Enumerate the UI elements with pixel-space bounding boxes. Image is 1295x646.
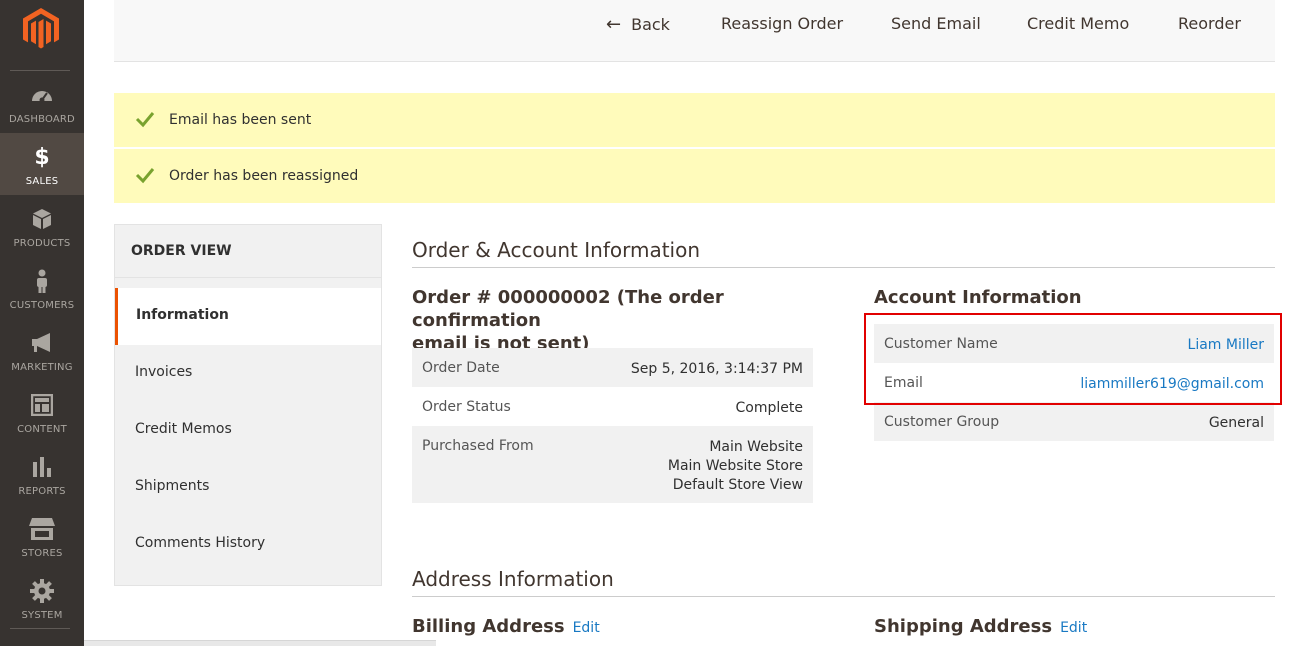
horizontal-scrollbar[interactable] — [84, 640, 436, 646]
order-date-value: Sep 5, 2016, 3:14:37 PM — [630, 361, 803, 377]
dashboard-icon — [0, 83, 84, 107]
sidebar-item-products[interactable]: PRODUCTS — [0, 195, 84, 257]
row-label: Order Status — [422, 399, 511, 415]
message-text: Order has been reassigned — [169, 168, 359, 184]
admin-sidebar: DASHBOARD $ SALES PRODUCTS CUSTOMERS MAR… — [0, 0, 84, 646]
sidebar-item-marketing[interactable]: MARKETING — [0, 319, 84, 381]
sidebar-item-customers[interactable]: CUSTOMERS — [0, 257, 84, 319]
sidebar-item-label: CONTENT — [17, 424, 67, 435]
tab-label: Shipments — [135, 478, 210, 494]
box-icon — [0, 207, 84, 231]
section-title: Address Information — [412, 567, 614, 591]
success-message: Order has been reassigned — [114, 149, 1275, 203]
sidebar-item-label: PRODUCTS — [13, 238, 71, 249]
arrow-left-icon: ← — [606, 14, 622, 35]
customer-group-value: General — [1208, 415, 1264, 431]
credit-memo-button[interactable]: Credit Memo — [1027, 14, 1129, 33]
back-label: Back — [631, 15, 670, 34]
sidebar-item-reports[interactable]: REPORTS — [0, 443, 84, 505]
megaphone-icon — [0, 331, 84, 355]
tab-label: Comments History — [135, 535, 266, 551]
reorder-button[interactable]: Reorder — [1178, 14, 1241, 33]
gear-icon — [0, 579, 84, 603]
purchased-from-row: Purchased From Main Website Main Website… — [412, 426, 813, 503]
tab-credit-memos[interactable]: Credit Memos — [115, 402, 381, 459]
billing-address-label: Billing Address — [412, 616, 565, 637]
value-line: Main Website Store — [667, 458, 803, 474]
layout-icon — [0, 393, 84, 417]
tab-label: Credit Memos — [135, 421, 232, 437]
dollar-icon: $ — [34, 144, 50, 170]
sidebar-item-dashboard[interactable]: DASHBOARD — [0, 71, 84, 133]
shipping-address-heading: Shipping Address Edit — [874, 615, 1087, 640]
sidebar-item-stores[interactable]: STORES — [0, 505, 84, 567]
divider — [115, 277, 381, 278]
sidebar-item-sales[interactable]: $ SALES — [0, 133, 84, 195]
send-email-button[interactable]: Send Email — [891, 14, 981, 33]
sidebar-item-label: SYSTEM — [21, 610, 63, 621]
shipping-edit-link[interactable]: Edit — [1060, 620, 1087, 636]
row-label: Order Date — [422, 360, 500, 376]
order-status-value: Complete — [735, 400, 803, 416]
order-heading: Order # 000000002 (The order confirmatio… — [412, 286, 812, 355]
order-view-tabs: ORDER VIEW Information Invoices Credit M… — [114, 224, 382, 586]
account-information-heading: Account Information — [874, 287, 1082, 308]
bar-chart-icon — [0, 455, 84, 479]
value-line: Default Store View — [672, 477, 803, 493]
section-title: Order & Account Information — [412, 238, 701, 262]
value-line: Main Website — [709, 439, 803, 455]
sidebar-item-content[interactable]: CONTENT — [0, 381, 84, 443]
tab-information[interactable]: Information — [115, 288, 381, 345]
magento-logo-icon[interactable] — [21, 6, 61, 52]
sidebar-item-system[interactable]: SYSTEM — [0, 567, 84, 629]
sidebar-item-label: STORES — [21, 548, 63, 559]
order-status-row: Order Status Complete — [412, 387, 813, 426]
reassign-order-button[interactable]: Reassign Order — [721, 14, 843, 33]
section-divider — [412, 267, 1275, 268]
storefront-icon — [0, 517, 84, 541]
customer-group-row: Customer Group General — [874, 402, 1274, 441]
order-view-heading: ORDER VIEW — [131, 243, 232, 259]
person-icon — [0, 269, 84, 293]
tab-label: Invoices — [135, 364, 193, 380]
sidebar-divider — [10, 628, 70, 629]
tab-comments-history[interactable]: Comments History — [115, 516, 381, 573]
row-label: Purchased From — [422, 438, 534, 454]
shipping-address-label: Shipping Address — [874, 616, 1053, 637]
checkmark-icon — [135, 112, 155, 128]
sidebar-item-label: SALES — [25, 176, 59, 187]
highlight-annotation-box — [864, 313, 1282, 405]
back-button[interactable]: ← Back — [606, 14, 670, 35]
billing-edit-link[interactable]: Edit — [573, 620, 600, 636]
page-actions-bar: ← Back Reassign Order Send Email Credit M… — [114, 0, 1275, 62]
tab-invoices[interactable]: Invoices — [115, 345, 381, 402]
sidebar-item-label: REPORTS — [18, 486, 66, 497]
sidebar-item-label: MARKETING — [11, 362, 73, 373]
success-message: Email has been sent — [114, 93, 1275, 147]
order-heading-line: Order # 000000002 (The order confirmatio… — [412, 287, 724, 331]
tab-label: Information — [136, 307, 229, 323]
order-date-row: Order Date Sep 5, 2016, 3:14:37 PM — [412, 348, 813, 387]
row-label: Customer Group — [884, 414, 1000, 430]
section-divider — [412, 596, 1275, 597]
billing-address-heading: Billing Address Edit — [412, 615, 600, 640]
sidebar-item-label: CUSTOMERS — [9, 300, 75, 311]
purchased-from-value: Main Website Main Website Store Default … — [668, 438, 803, 495]
message-text: Email has been sent — [169, 112, 312, 128]
checkmark-icon — [135, 168, 155, 184]
sidebar-item-label: DASHBOARD — [9, 114, 75, 125]
tab-shipments[interactable]: Shipments — [115, 459, 381, 516]
